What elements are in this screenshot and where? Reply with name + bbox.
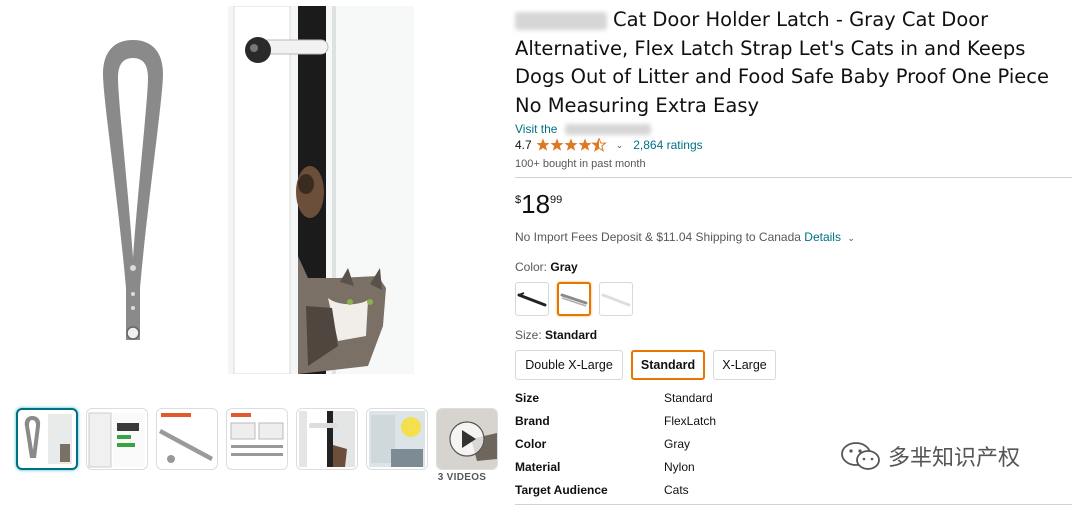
store-name-redacted [564, 124, 651, 136]
product-title: Cat Door Holder Latch - Gray Cat Door Al… [515, 8, 1049, 117]
lifestyle-image[interactable] [228, 6, 414, 374]
thumbnail-4[interactable] [226, 408, 288, 470]
price-fraction: 99 [550, 194, 563, 206]
chevron-down-icon[interactable]: ⌄ [847, 233, 855, 243]
wechat-icon [841, 442, 880, 470]
door-cat-scene [228, 6, 414, 374]
brand-name-redacted [515, 11, 607, 30]
color-swatch-black[interactable] [515, 282, 549, 316]
price: $ 18 99 [515, 190, 562, 218]
spec-value-size: Standard [664, 391, 713, 405]
videos-count-label[interactable]: 3 VIDEOS [424, 472, 500, 483]
spec-key-material: Material [515, 460, 561, 474]
spec-key-size: Size [515, 391, 540, 405]
thumbnail-1[interactable] [16, 408, 78, 470]
size-option-standard[interactable]: Standard [631, 350, 705, 380]
color-selector-label: Color: Gray [515, 260, 578, 274]
thumbnail-3[interactable] [156, 408, 218, 470]
spec-key-color: Color [515, 437, 547, 451]
size-option-x-large[interactable]: X-Large [713, 350, 776, 380]
thumbnail-strip [16, 408, 498, 474]
product-main-image[interactable] [100, 38, 166, 348]
price-whole: 18 [521, 189, 551, 219]
spec-value-target-audience: Cats [664, 483, 689, 497]
thumbnail-video[interactable] [436, 408, 498, 470]
ratings-count-link[interactable]: 2,864 ratings [633, 138, 702, 152]
spec-value-color: Gray [664, 437, 691, 451]
rating-row: 4.7 ⌄ 2,864 ratings [515, 138, 703, 152]
rating-value: 4.7 [515, 138, 532, 152]
thumbnail-6[interactable] [366, 408, 428, 470]
chevron-down-icon[interactable]: ⌄ [616, 140, 624, 151]
thumbnail-2[interactable] [86, 408, 148, 470]
shipping-details-link[interactable]: Details [804, 230, 841, 244]
star-rating[interactable] [536, 138, 608, 152]
shipping-info: No Import Fees Deposit & $11.04 Shipping… [515, 230, 855, 244]
bought-in-past-month: 100+ bought in past month [515, 158, 646, 170]
watermark: 多芈知识产权 [840, 440, 1020, 472]
spec-key-brand: Brand [515, 414, 550, 428]
spec-key-target-audience: Target Audience [515, 483, 608, 497]
color-swatch-gray[interactable] [557, 282, 591, 316]
visit-store-link[interactable]: Visit the [515, 122, 651, 136]
spec-value-material: Nylon [664, 460, 695, 474]
size-option-double-x-large[interactable]: Double X-Large [515, 350, 623, 380]
main-image-area[interactable] [0, 0, 505, 395]
divider [515, 504, 1072, 505]
thumbnail-5[interactable] [296, 408, 358, 470]
color-swatch-white[interactable] [599, 282, 633, 316]
divider [515, 177, 1072, 178]
size-selector-label: Size: Standard [515, 328, 598, 342]
spec-value-brand: FlexLatch [664, 414, 717, 428]
